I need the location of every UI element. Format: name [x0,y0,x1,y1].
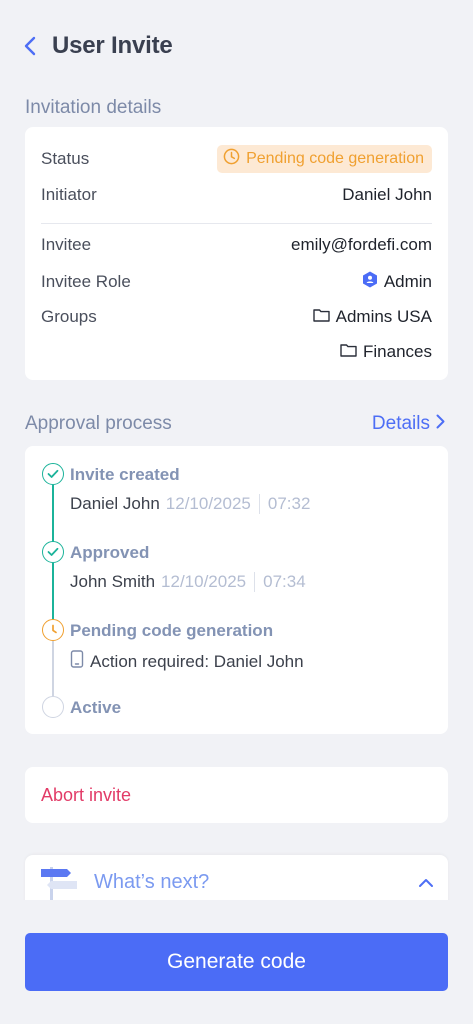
approval-card: Invite created Daniel John 12/10/2025 07… [25,446,448,734]
invitation-section-title: Invitation details [25,97,162,118]
step-meta: John Smith 12/10/2025 07:34 [70,572,306,592]
action-required-text: Action required: Daniel John [90,651,304,671]
invitee-value: emily@fordefi.com [290,235,432,254]
bottom-bar: Generate code [0,900,473,1024]
group-name: Admins USA [335,307,432,326]
chevron-right-icon [436,413,445,435]
step-meta: Daniel John 12/10/2025 07:32 [70,494,310,514]
step-action: Action required: Daniel John [70,650,304,673]
chevron-up-icon[interactable] [418,875,434,893]
groups-row-2: Finances [41,342,432,362]
group-item: Admins USA [312,307,432,327]
invitee-row: Invitee emily@fordefi.com [41,235,432,255]
page-title: User Invite [52,32,173,59]
status-value: Pending code generation [246,150,424,167]
step-title: Active [70,698,122,717]
initiator-value: Daniel John [342,185,432,204]
generate-code-button[interactable]: Generate code [25,933,448,991]
initiator-row: Initiator Daniel John [41,185,432,205]
clock-icon [42,619,64,641]
phone-icon [70,650,84,673]
separator [258,494,260,514]
folder-icon [340,342,357,362]
group-item: Finances [340,342,432,362]
step-title: Pending code generation [70,621,274,640]
role-value-wrap: Admin [362,271,432,293]
status-label: Status [41,149,90,168]
separator [254,572,256,592]
groups-label: Groups [41,307,97,326]
header: User Invite [24,32,173,60]
role-value: Admin [383,272,432,291]
step-user: Daniel John [70,494,160,513]
role-label: Invitee Role [41,272,131,291]
check-circle-icon [42,463,64,485]
whats-next-label: What’s next? [94,871,210,893]
abort-card[interactable]: Abort invite [25,767,448,823]
groups-row: Groups Admins USA [41,307,432,327]
status-row: Status Pending code generation [41,145,432,173]
step-title: Invite created [70,465,180,484]
details-link[interactable]: Details [372,413,445,435]
abort-invite-button[interactable]: Abort invite [41,785,131,806]
check-circle-icon [42,541,64,563]
admin-shield-icon [362,271,378,293]
step-time: 07:34 [263,572,306,591]
divider [41,223,432,224]
step-date: 12/10/2025 [165,494,251,513]
role-row: Invitee Role Admin [41,271,432,293]
clock-icon [223,148,240,170]
invitation-card: Status Pending code generation Initiator… [25,127,448,380]
details-label: Details [371,413,430,434]
group-name: Finances [363,342,432,361]
approval-section-title: Approval process [25,413,172,434]
folder-icon [312,307,330,327]
initiator-label: Initiator [41,185,97,204]
step-time: 07:32 [267,494,311,513]
step-user: John Smith [70,572,156,591]
empty-circle-icon [42,696,64,718]
step-date: 12/10/2025 [161,572,247,591]
invitee-label: Invitee [41,235,92,254]
timeline-connector [52,641,54,696]
step-title: Approved [70,543,150,562]
status-badge: Pending code generation [217,145,432,173]
chevron-left-icon[interactable] [24,34,42,58]
